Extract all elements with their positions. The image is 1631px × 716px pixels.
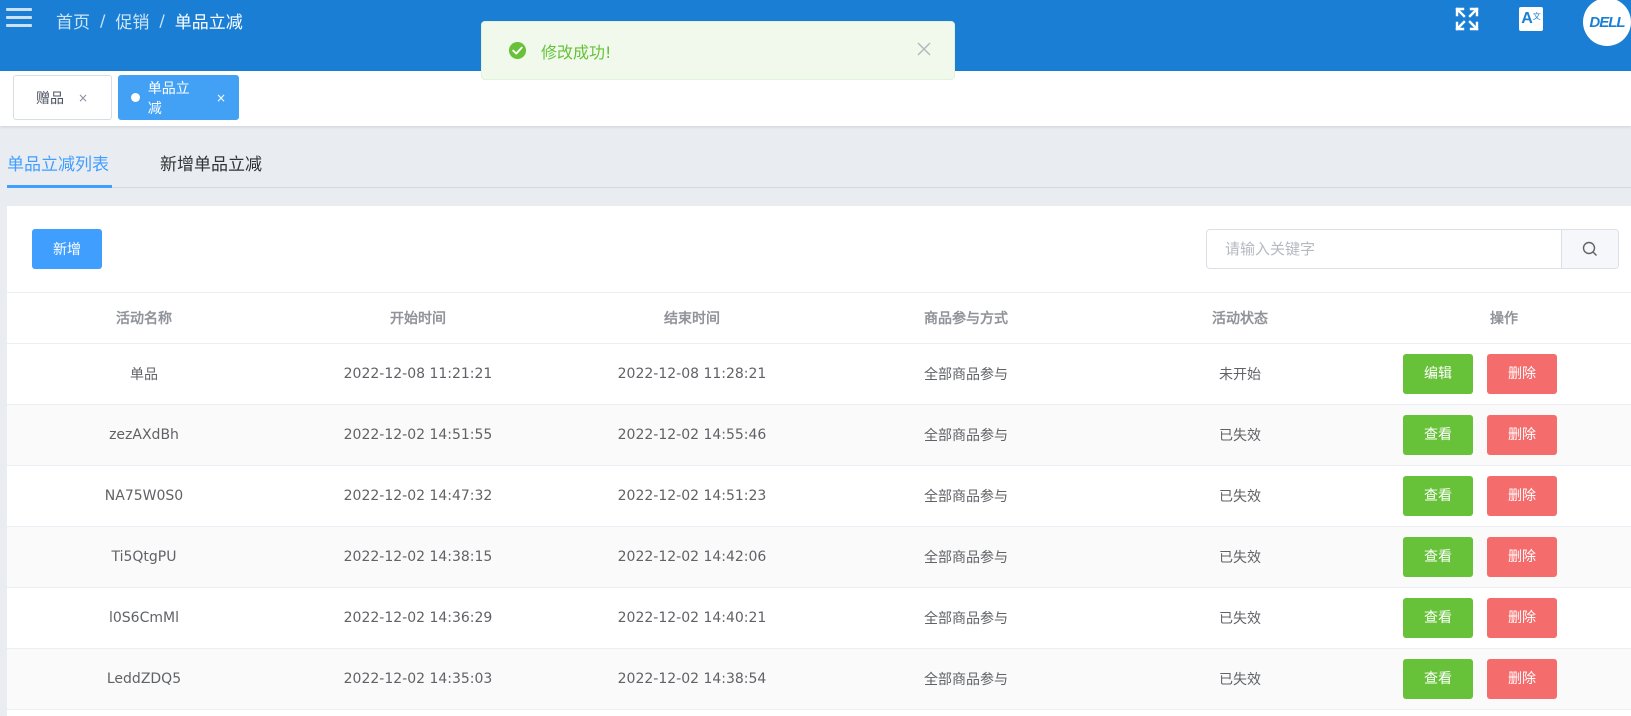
cell-end-time: 2022-12-02 14:40:21 [555, 587, 829, 649]
tag-gift[interactable]: 赠品 × [13, 75, 112, 120]
cell-actions: 查看 删除 [1377, 587, 1631, 649]
menu-toggle-icon[interactable] [6, 8, 32, 28]
avatar-logo-text: DELL [1589, 13, 1625, 31]
tabs-divider [7, 187, 1631, 188]
active-dot-icon [131, 93, 140, 102]
tag-label: 赠品 [36, 90, 64, 107]
success-toast: 修改成功! [481, 21, 955, 80]
add-button[interactable]: 新增 [32, 229, 102, 269]
search-box [1206, 229, 1619, 269]
cell-name: zezAXdBh [7, 404, 281, 466]
table-row: l0S6CmMl 2022-12-02 14:36:29 2022-12-02 … [7, 587, 1631, 649]
success-check-icon [508, 41, 527, 60]
cell-participation: 全部商品参与 [829, 343, 1103, 405]
table-row: zezAXdBh 2022-12-02 14:51:55 2022-12-02 … [7, 404, 1631, 466]
toast-message: 修改成功! [541, 42, 612, 62]
cell-participation: 全部商品参与 [829, 465, 1103, 527]
cell-start-time: 2022-12-02 14:47:32 [281, 465, 555, 527]
tag-single-discount[interactable]: 单品立减 × [118, 75, 239, 120]
column-header: 活动名称 [7, 292, 281, 344]
cell-status: 已失效 [1103, 404, 1377, 466]
cell-actions: 查看 删除 [1377, 648, 1631, 710]
cell-name: Ti5QtgPU [7, 526, 281, 588]
table-row: 单品 2022-12-08 11:21:21 2022-12-08 11:28:… [7, 343, 1631, 405]
delete-button[interactable]: 删除 [1487, 537, 1557, 577]
breadcrumb-current: 单品立减 [174, 13, 243, 33]
cell-status: 已失效 [1103, 465, 1377, 527]
search-input[interactable] [1207, 230, 1561, 268]
column-header: 活动状态 [1103, 292, 1377, 344]
cell-end-time: 2022-12-02 14:55:46 [555, 404, 829, 466]
breadcrumb-home[interactable]: 首页 [56, 8, 90, 33]
search-button[interactable] [1561, 230, 1618, 268]
cell-start-time: 2022-12-08 11:21:21 [281, 343, 555, 405]
table-header-row: 活动名称 开始时间 结束时间 商品参与方式 活动状态 操作 [7, 292, 1631, 344]
tag-label: 单品立减 [147, 80, 190, 117]
close-icon[interactable]: × [216, 91, 226, 105]
cell-end-time: 2022-12-02 14:38:54 [555, 648, 829, 710]
cell-status: 已失效 [1103, 587, 1377, 649]
breadcrumb: 首页 / 促销 / 单品立减 [56, 8, 243, 33]
view-button[interactable]: 查看 [1403, 476, 1473, 516]
table-row: NA75W0S0 2022-12-02 14:47:32 2022-12-02 … [7, 465, 1631, 527]
cell-start-time: 2022-12-02 14:35:03 [281, 648, 555, 710]
tab-discount-list[interactable]: 单品立减列表 [7, 150, 109, 175]
cell-status: 未开始 [1103, 343, 1377, 405]
cell-name: NA75W0S0 [7, 465, 281, 527]
view-button[interactable]: 查看 [1403, 598, 1473, 638]
delete-button[interactable]: 删除 [1487, 476, 1557, 516]
breadcrumb-promotion[interactable]: 促销 [115, 8, 149, 33]
discount-table: 活动名称 开始时间 结束时间 商品参与方式 活动状态 操作 单品 2022-12… [7, 292, 1631, 710]
cell-status: 已失效 [1103, 526, 1377, 588]
cell-actions: 查看 删除 [1377, 526, 1631, 588]
table-row: Ti5QtgPU 2022-12-02 14:38:15 2022-12-02 … [7, 526, 1631, 588]
content-card: 新增 活动名称 开始时间 结束时间 商品参与方式 活动状态 操作 单品 [7, 206, 1631, 716]
delete-button[interactable]: 删除 [1487, 354, 1557, 394]
cell-end-time: 2022-12-02 14:51:23 [555, 465, 829, 527]
delete-button[interactable]: 删除 [1487, 659, 1557, 699]
cell-name: 单品 [7, 343, 281, 405]
cell-name: LeddZDQ5 [7, 648, 281, 710]
column-header: 结束时间 [555, 292, 829, 344]
sub-tabs: 单品立减列表 新增单品立减 [0, 126, 1631, 189]
edit-button[interactable]: 编辑 [1403, 354, 1473, 394]
breadcrumb-separator: / [159, 11, 165, 30]
close-icon[interactable]: × [78, 91, 88, 105]
fullscreen-icon[interactable] [1454, 6, 1480, 32]
column-header: 商品参与方式 [829, 292, 1103, 344]
cell-start-time: 2022-12-02 14:38:15 [281, 526, 555, 588]
table-row: LeddZDQ5 2022-12-02 14:35:03 2022-12-02 … [7, 648, 1631, 710]
cell-name: l0S6CmMl [7, 587, 281, 649]
close-icon[interactable] [916, 41, 932, 57]
breadcrumb-separator: / [100, 11, 106, 30]
cell-actions: 查看 删除 [1377, 465, 1631, 527]
cell-status: 已失效 [1103, 648, 1377, 710]
delete-button[interactable]: 删除 [1487, 415, 1557, 455]
cell-start-time: 2022-12-02 14:36:29 [281, 587, 555, 649]
column-header: 开始时间 [281, 292, 555, 344]
cell-participation: 全部商品参与 [829, 404, 1103, 466]
cell-participation: 全部商品参与 [829, 648, 1103, 710]
view-button[interactable]: 查看 [1403, 659, 1473, 699]
delete-button[interactable]: 删除 [1487, 598, 1557, 638]
cell-start-time: 2022-12-02 14:51:55 [281, 404, 555, 466]
cell-actions: 查看 删除 [1377, 404, 1631, 466]
search-icon [1582, 241, 1597, 256]
cell-end-time: 2022-12-02 14:42:06 [555, 526, 829, 588]
cell-end-time: 2022-12-08 11:28:21 [555, 343, 829, 405]
translate-icon[interactable]: A文 [1519, 7, 1543, 31]
tab-add-discount[interactable]: 新增单品立减 [160, 150, 262, 175]
cell-actions: 编辑 删除 [1377, 343, 1631, 405]
active-tab-indicator [7, 185, 112, 188]
view-button[interactable]: 查看 [1403, 537, 1473, 577]
cell-participation: 全部商品参与 [829, 587, 1103, 649]
view-button[interactable]: 查看 [1403, 415, 1473, 455]
column-header: 操作 [1377, 292, 1631, 344]
cell-participation: 全部商品参与 [829, 526, 1103, 588]
avatar[interactable]: DELL [1583, 0, 1631, 46]
